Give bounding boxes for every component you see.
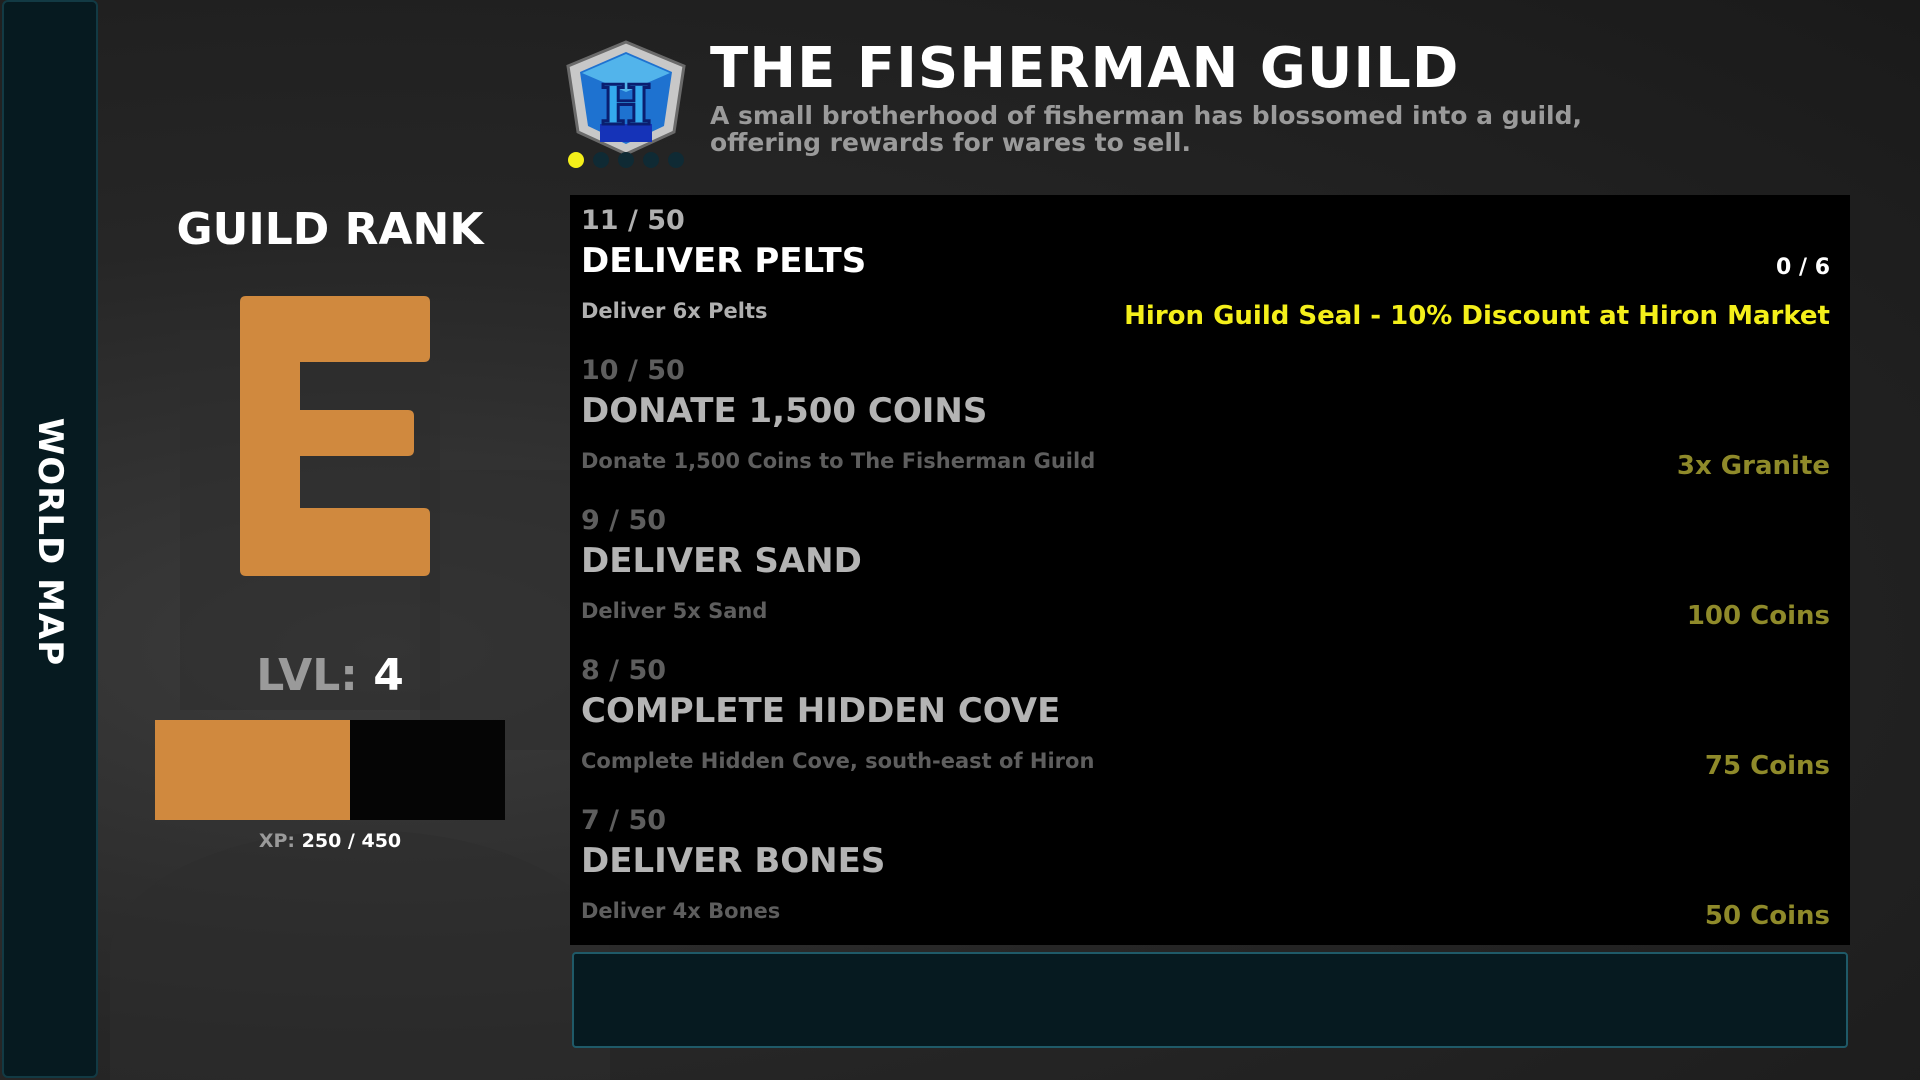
level-value: 4 (373, 650, 404, 701)
level-label: LVL: (256, 650, 358, 701)
quest-title: COMPLETE HIDDEN COVE (581, 691, 1061, 731)
quest-progress: 0 / 6 (1776, 255, 1830, 280)
quest-description: Deliver 6x Pelts (581, 299, 768, 323)
quest-description: Deliver 4x Bones (581, 899, 781, 923)
xp-readout: XP: 250 / 450 (150, 830, 510, 852)
quest-reward: 100 Coins (1686, 601, 1830, 631)
quest-title: DELIVER BONES (581, 841, 886, 881)
xp-progress-fill (155, 720, 350, 820)
quest-description: Donate 1,500 Coins to The Fisherman Guil… (581, 449, 1096, 473)
quest-reward: Hiron Guild Seal - 10% Discount at Hiron… (1124, 301, 1830, 331)
quest-number: 9 / 50 (581, 505, 667, 536)
quest-number: 7 / 50 (581, 805, 667, 836)
quest-item[interactable]: 11 / 50 DELIVER PELTS Deliver 6x Pelts 0… (570, 195, 1850, 345)
quest-title: DONATE 1,500 COINS (581, 391, 988, 431)
quest-item[interactable]: 8 / 50 COMPLETE HIDDEN COVE Complete Hid… (570, 645, 1850, 795)
background-foliage (110, 830, 610, 1080)
emblem-letter: H (600, 73, 651, 137)
background-building (420, 470, 570, 750)
xp-label: XP: (258, 830, 296, 852)
xp-value: 250 / 450 (301, 830, 402, 852)
guild-emblem-icon: H (566, 40, 690, 168)
progress-dot-empty (643, 152, 659, 168)
world-map-tab-label: WORLD MAP (30, 417, 70, 667)
quest-title: DELIVER PELTS (581, 241, 867, 281)
quest-reward: 50 Coins (1704, 901, 1830, 931)
quest-description: Complete Hidden Cove, south-east of Hiro… (581, 749, 1095, 773)
progress-dot-empty (593, 152, 609, 168)
quest-description: Deliver 5x Sand (581, 599, 768, 623)
guild-title: THE FISHERMAN GUILD (710, 36, 1460, 101)
guild-level: LVL: 4 (150, 650, 510, 701)
rank-letter-badge: E (240, 296, 430, 576)
progress-dot-filled (568, 152, 584, 168)
quest-reward: 3x Granite (1676, 451, 1830, 481)
world-map-tab[interactable]: WORLD MAP (2, 0, 98, 1078)
emblem-progress-dots (568, 152, 684, 168)
quest-item[interactable]: 10 / 50 DONATE 1,500 COINS Donate 1,500 … (570, 345, 1850, 495)
quest-reward: 75 Coins (1704, 751, 1830, 781)
quest-item[interactable]: 9 / 50 DELIVER SAND Deliver 5x Sand 100 … (570, 495, 1850, 645)
progress-dot-empty (668, 152, 684, 168)
quest-list[interactable]: 11 / 50 DELIVER PELTS Deliver 6x Pelts 0… (570, 195, 1850, 945)
quest-item[interactable]: 7 / 50 DELIVER BONES Deliver 4x Bones 50… (570, 795, 1850, 945)
quest-number: 10 / 50 (581, 355, 685, 386)
xp-progress-bar (155, 720, 505, 820)
quest-title: DELIVER SAND (581, 541, 862, 581)
progress-dot-empty (618, 152, 634, 168)
guild-rank-heading: GUILD RANK (176, 204, 484, 255)
quest-detail-box (572, 952, 1848, 1048)
guild-description: A small brotherhood of fisherman has blo… (710, 101, 1582, 157)
quest-number: 11 / 50 (581, 205, 685, 236)
quest-number: 8 / 50 (581, 655, 667, 686)
guild-header: H THE FISHERMAN GUILD A small brotherhoo… (566, 36, 1856, 168)
